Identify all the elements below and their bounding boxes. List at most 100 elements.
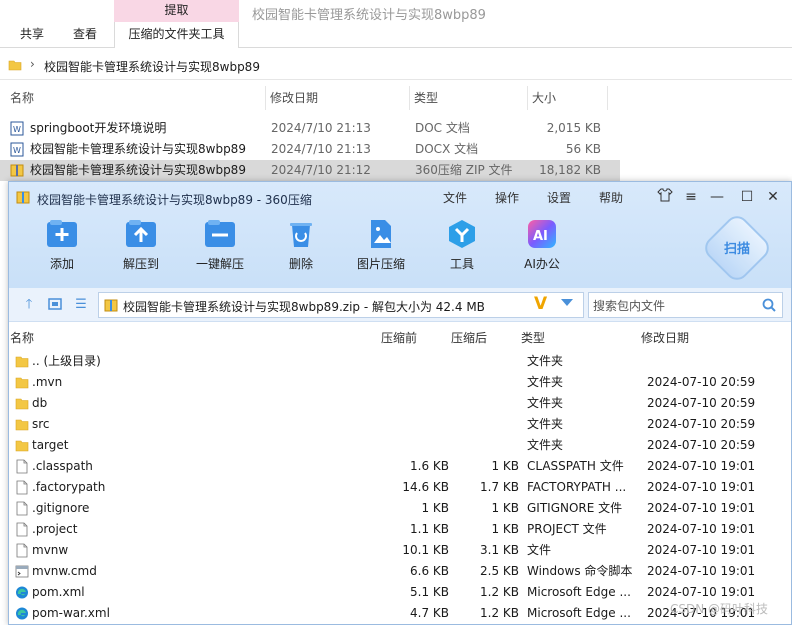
archive-search[interactable] <box>588 292 783 318</box>
col-before[interactable]: 压缩前 <box>381 327 417 349</box>
entry-name: mvnw.cmd <box>32 564 97 578</box>
col-type[interactable]: 类型 <box>410 86 528 110</box>
entry-size-after: 1 KB <box>491 459 519 473</box>
delete-icon <box>285 219 317 249</box>
col-name[interactable]: 名称 <box>6 86 266 110</box>
folder-icon <box>15 356 29 368</box>
file-size: 2,015 KB <box>546 121 601 135</box>
list-item[interactable]: .factorypath 14.6 KB 1.7 KB FACTORYPATH ...… <box>9 477 791 498</box>
col-name[interactable]: 名称 <box>10 327 34 349</box>
thumbnail-view-icon[interactable] <box>47 297 63 313</box>
file-name: springboot开发环境说明 <box>30 121 167 135</box>
extract-to-label: 解压到 <box>122 257 159 271</box>
archive-path-field[interactable]: 校园智能卡管理系统设计与实现8wbp89.zip - 解包大小为 42.4 MB… <box>98 292 584 318</box>
edge-icon <box>16 586 28 599</box>
entry-type: Windows 命令脚本 <box>527 564 633 578</box>
col-modified[interactable]: 修改日期 <box>641 327 689 349</box>
search-icon[interactable] <box>762 298 776 312</box>
list-item[interactable]: src 文件夹 2024-07-10 20:59 <box>9 414 791 435</box>
add-button[interactable]: 添加 <box>27 219 97 279</box>
entry-size-after: 1.2 KB <box>480 585 519 599</box>
col-type[interactable]: 类型 <box>521 327 545 349</box>
close-icon[interactable]: ✕ <box>763 187 783 207</box>
explorer-address-bar[interactable]: › 校园智能卡管理系统设计与实现8wbp89 <box>0 52 792 80</box>
search-input[interactable] <box>593 297 753 314</box>
breadcrumb-chevron-icon: › <box>30 57 35 71</box>
col-size[interactable]: 大小 <box>528 86 608 110</box>
menu-file[interactable]: 文件 <box>443 189 467 206</box>
entry-size-before: 1 KB <box>421 501 449 515</box>
col-after[interactable]: 压缩后 <box>451 327 487 349</box>
skin-icon[interactable] <box>655 187 675 207</box>
menu-help[interactable]: 帮助 <box>599 189 623 206</box>
entry-name: .classpath <box>32 459 93 473</box>
ribbon-context-extract[interactable]: 提取 <box>114 0 239 22</box>
image-compress-button[interactable]: 图片压缩 <box>346 219 416 279</box>
entry-date: 2024-07-10 20:59 <box>647 417 756 431</box>
folder-icon <box>15 398 29 410</box>
zip-toolbar-area: 校园智能卡管理系统设计与实现8wbp89 - 360压缩 文件 操作 设置 帮助… <box>9 182 791 288</box>
list-item[interactable]: .mvn 文件夹 2024-07-10 20:59 <box>9 372 791 393</box>
ai-office-button[interactable]: AI AI办公 <box>507 219 577 279</box>
menu-settings[interactable]: 设置 <box>547 189 571 206</box>
one-click-extract-button[interactable]: 一键解压 <box>185 219 255 279</box>
verified-badge[interactable]: V <box>534 294 547 314</box>
add-label: 添加 <box>49 257 74 271</box>
list-item[interactable]: .project 1.1 KB 1 KB PROJECT 文件 2024-07-10 1… <box>9 519 791 540</box>
file-icon <box>16 459 28 474</box>
entry-type: CLASSPATH 文件 <box>527 459 624 473</box>
zip-archive-icon <box>10 164 24 177</box>
ai-office-icon: AI <box>526 219 558 249</box>
list-item[interactable]: target 文件夹 2024-07-10 20:59 <box>9 435 791 456</box>
list-item[interactable]: mvnw.cmd 6.6 KB 2.5 KB Windows 命令脚本 2024-07-… <box>9 561 791 582</box>
menu-operate[interactable]: 操作 <box>495 189 519 206</box>
entry-size-after: 3.1 KB <box>480 543 519 557</box>
delete-button[interactable]: 删除 <box>266 219 336 279</box>
list-item[interactable]: .gitignore 1 KB 1 KB GITIGNORE 文件 2024-07-10… <box>9 498 791 519</box>
entry-name: .factorypath <box>32 480 106 494</box>
up-arrow-icon[interactable]: 🡑 <box>21 297 37 313</box>
list-item[interactable]: .. (上级目录) 文件夹 <box>9 351 791 372</box>
list-item[interactable]: mvnw 10.1 KB 3.1 KB 文件 2024-07-10 19:01 <box>9 540 791 561</box>
breadcrumb[interactable]: 校园智能卡管理系统设计与实现8wbp89 <box>44 58 260 75</box>
tools-button[interactable]: 工具 <box>427 219 497 279</box>
tab-share[interactable]: 共享 <box>20 22 44 48</box>
entry-size-before: 10.1 KB <box>402 543 449 557</box>
scan-label: 扫描 <box>723 242 750 257</box>
file-row[interactable]: W 校园智能卡管理系统设计与实现8wbp89 2024/7/10 21:13 D… <box>0 139 620 160</box>
list-item[interactable]: .classpath 1.6 KB 1 KB CLASSPATH 文件 2024-07-… <box>9 456 791 477</box>
zip-column-header: 名称 压缩前 压缩后 类型 修改日期 <box>9 327 791 349</box>
file-row[interactable]: W springboot开发环境说明 2024/7/10 21:13 DOC 文… <box>0 118 620 139</box>
entry-name: db <box>32 396 48 410</box>
maximize-icon[interactable]: ☐ <box>737 187 757 207</box>
word-doc-icon: W <box>10 121 24 136</box>
entry-date: 2024-07-10 19:01 <box>647 480 756 494</box>
entry-type: 文件夹 <box>527 375 564 389</box>
menu-icon[interactable]: ≡ <box>681 187 701 207</box>
entry-size-before: 6.6 KB <box>410 564 449 578</box>
chevron-down-icon[interactable] <box>561 299 573 306</box>
list-item[interactable]: db 文件夹 2024-07-10 20:59 <box>9 393 791 414</box>
minimize-icon[interactable]: — <box>707 187 727 207</box>
zip-app-icon <box>16 191 30 204</box>
explorer-column-header: 名称 修改日期 类型 大小 <box>0 86 620 110</box>
col-modified[interactable]: 修改日期 <box>266 86 410 110</box>
one-click-extract-label: 一键解压 <box>195 257 244 271</box>
entry-date: 2024-07-10 20:59 <box>647 438 756 452</box>
tab-compressed-folder-tools[interactable]: 压缩的文件夹工具 <box>114 22 239 48</box>
file-date: 2024/7/10 21:13 <box>271 142 371 156</box>
image-compress-icon <box>365 219 397 249</box>
entry-type: 文件夹 <box>527 417 564 431</box>
entry-size-before: 1.1 KB <box>410 522 449 536</box>
tab-view[interactable]: 查看 <box>73 22 97 48</box>
list-view-icon[interactable]: ☰ <box>73 297 89 313</box>
archive-path-text: 校园智能卡管理系统设计与实现8wbp89.zip - 解包大小为 42.4 MB <box>123 300 485 314</box>
zip-window-title: 校园智能卡管理系统设计与实现8wbp89 - 360压缩 <box>37 193 312 207</box>
scan-button[interactable]: 扫描 <box>700 211 774 285</box>
entry-type: 文件 <box>527 543 552 557</box>
svg-text:W: W <box>13 125 21 134</box>
entry-type: PROJECT 文件 <box>527 522 607 536</box>
file-date: 2024/7/10 21:12 <box>271 163 371 177</box>
file-row-selected[interactable]: 校园智能卡管理系统设计与实现8wbp89 2024/7/10 21:12 360… <box>0 160 620 181</box>
extract-to-button[interactable]: 解压到 <box>106 219 176 279</box>
